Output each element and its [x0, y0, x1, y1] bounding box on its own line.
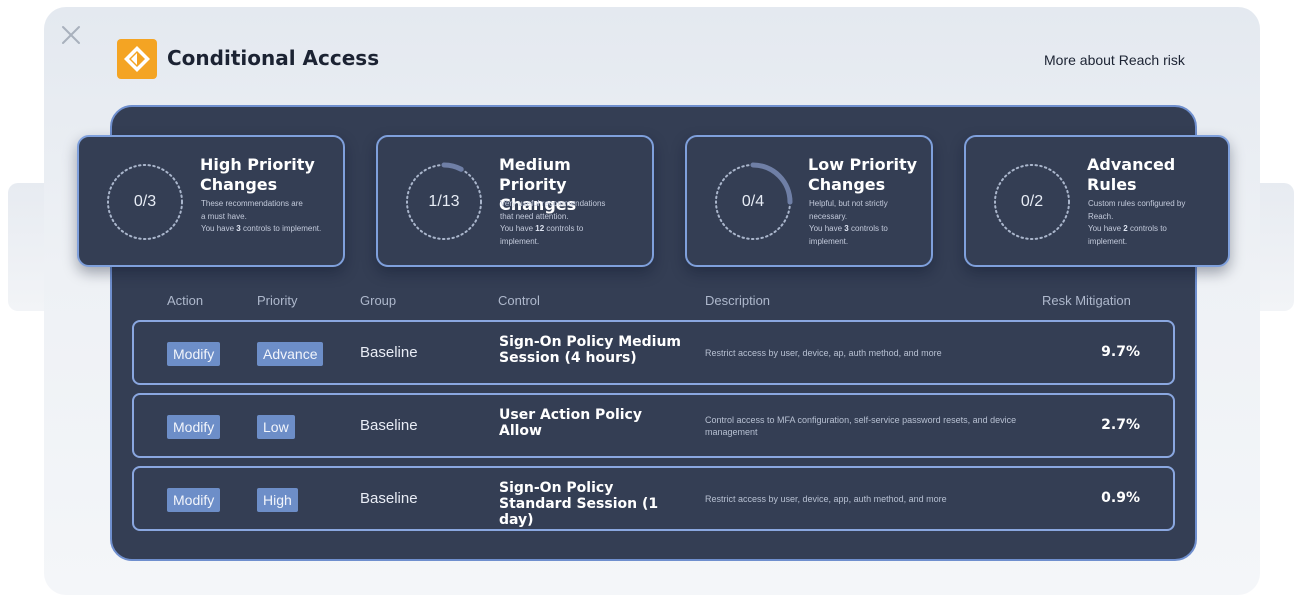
risk-mitigation-cell: 9.7%: [1101, 344, 1140, 360]
risk-mitigation-cell: 0.9%: [1101, 490, 1140, 506]
table-row[interactable]: Modify Low Baseline User Action Policy A…: [132, 393, 1175, 458]
card-description: Very useful recommendations that need att…: [500, 199, 606, 246]
priority-badge: High: [257, 488, 298, 512]
risk-mitigation-cell: 2.7%: [1101, 417, 1140, 433]
page-title: Conditional Access: [167, 46, 380, 70]
progress-count: 0/4: [741, 193, 765, 210]
description-cell: Control access to MFA configuration, sel…: [705, 414, 1017, 437]
description-cell: Restrict access by user, device, app, au…: [705, 493, 947, 504]
modify-button[interactable]: Modify: [167, 342, 221, 366]
progress-count: 0/3: [133, 193, 157, 210]
header-group: Group: [360, 293, 397, 308]
progress-count: 1/13: [428, 193, 460, 210]
card-low-priority[interactable]: 0/4 Low Priority Changes Helpful, but no…: [685, 135, 933, 267]
reach-logo-icon: [117, 39, 157, 79]
header-priority: Priority: [257, 293, 298, 308]
more-about-link[interactable]: More about Reach risk: [1044, 52, 1185, 68]
control-cell: Sign-On Policy Standard Session (1 day): [499, 480, 659, 528]
modify-button[interactable]: Modify: [167, 488, 221, 512]
modify-button[interactable]: Modify: [167, 415, 221, 439]
card-description: Custom rules configured by Reach. You have…: [1088, 199, 1186, 246]
group-cell: Baseline: [360, 490, 418, 507]
group-cell: Baseline: [360, 344, 418, 361]
header-description: Description: [705, 293, 771, 308]
card-medium-priority[interactable]: 1/13 Medium Priority Changes Very useful…: [376, 135, 654, 267]
card-title: High Priority Changes: [200, 155, 315, 194]
priority-badge: Low: [257, 415, 295, 439]
header-action: Action: [167, 293, 204, 308]
close-icon[interactable]: [60, 24, 82, 46]
card-description: Helpful, but not strictly necessary. You h…: [809, 199, 888, 246]
card-advanced-rules[interactable]: 0/2 Advanced Rules Custom rules configur…: [964, 135, 1230, 267]
card-title: Advanced Rules: [1087, 155, 1176, 194]
control-cell: User Action Policy Allow: [499, 407, 642, 439]
card-title: Low Priority Changes: [808, 155, 918, 194]
header-control: Control: [498, 293, 540, 308]
progress-count: 0/2: [1020, 193, 1044, 210]
control-cell: Sign-On Policy Medium Session (4 hours): [499, 334, 681, 366]
table-row[interactable]: Modify Advance Baseline Sign-On Policy M…: [132, 320, 1175, 385]
priority-badge: Advance: [257, 342, 324, 366]
card-high-priority[interactable]: 0/3 High Priority Changes These recommen…: [77, 135, 345, 267]
card-description: These recommendations are a must have. You…: [201, 199, 322, 233]
table-row[interactable]: Modify High Baseline Sign-On Policy Stan…: [132, 466, 1175, 531]
header-risk-mitigation: Resk Mitigation: [1042, 293, 1131, 308]
description-cell: Restrict access by user, device, ap, aut…: [705, 347, 942, 358]
group-cell: Baseline: [360, 417, 418, 434]
